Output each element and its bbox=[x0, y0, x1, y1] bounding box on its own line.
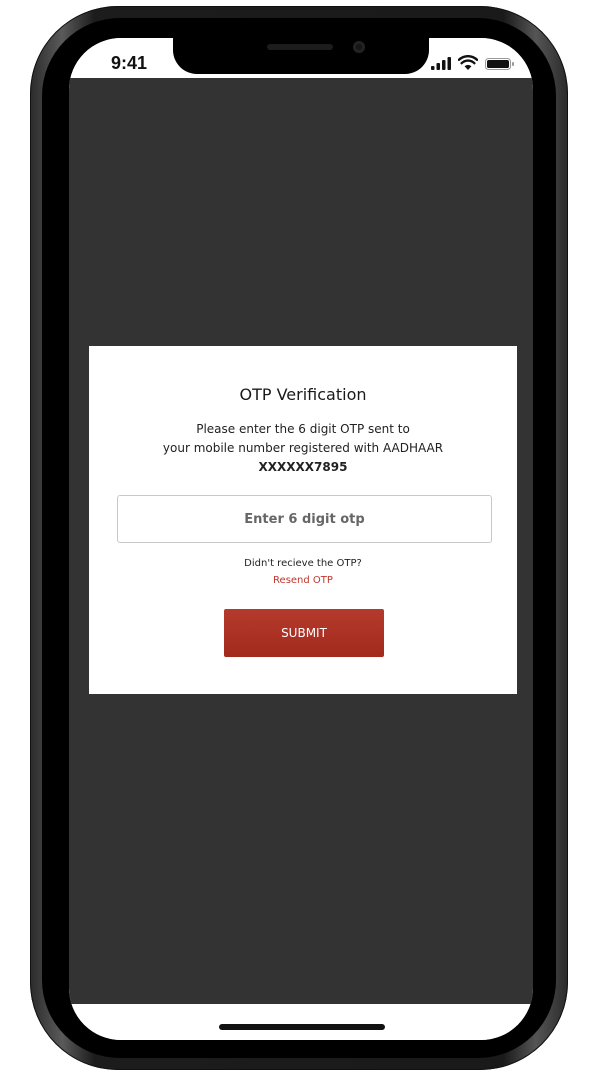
instruction-line-1: Please enter the 6 digit OTP sent to bbox=[196, 422, 410, 436]
home-area bbox=[69, 1004, 533, 1040]
speaker-grille bbox=[267, 44, 333, 50]
dialog-title: OTP Verification bbox=[239, 385, 367, 404]
otp-verification-dialog: OTP Verification Please enter the 6 digi… bbox=[89, 346, 517, 694]
instruction-line-2: your mobile number registered with AADHA… bbox=[162, 441, 444, 455]
notch bbox=[173, 38, 429, 74]
battery-icon bbox=[485, 58, 514, 70]
otp-instructions: Please enter the 6 digit OTP sent to you… bbox=[89, 420, 517, 477]
home-indicator[interactable] bbox=[219, 1024, 385, 1030]
wifi-icon bbox=[458, 55, 478, 70]
resend-prompt: Didn't recieve the OTP? bbox=[244, 558, 362, 569]
status-time: 9:41 bbox=[111, 53, 148, 73]
submit-button[interactable]: SUBMIT bbox=[224, 609, 384, 657]
phone-mockup: 9:41 OTP Verification Please enter the 6… bbox=[0, 0, 600, 1080]
masked-aadhaar-number: XXXXXX7895 bbox=[258, 460, 348, 474]
front-camera bbox=[353, 41, 365, 53]
signal-icon bbox=[431, 57, 451, 70]
otp-input[interactable] bbox=[117, 495, 492, 543]
resend-otp-link[interactable]: Resend OTP bbox=[89, 575, 517, 586]
